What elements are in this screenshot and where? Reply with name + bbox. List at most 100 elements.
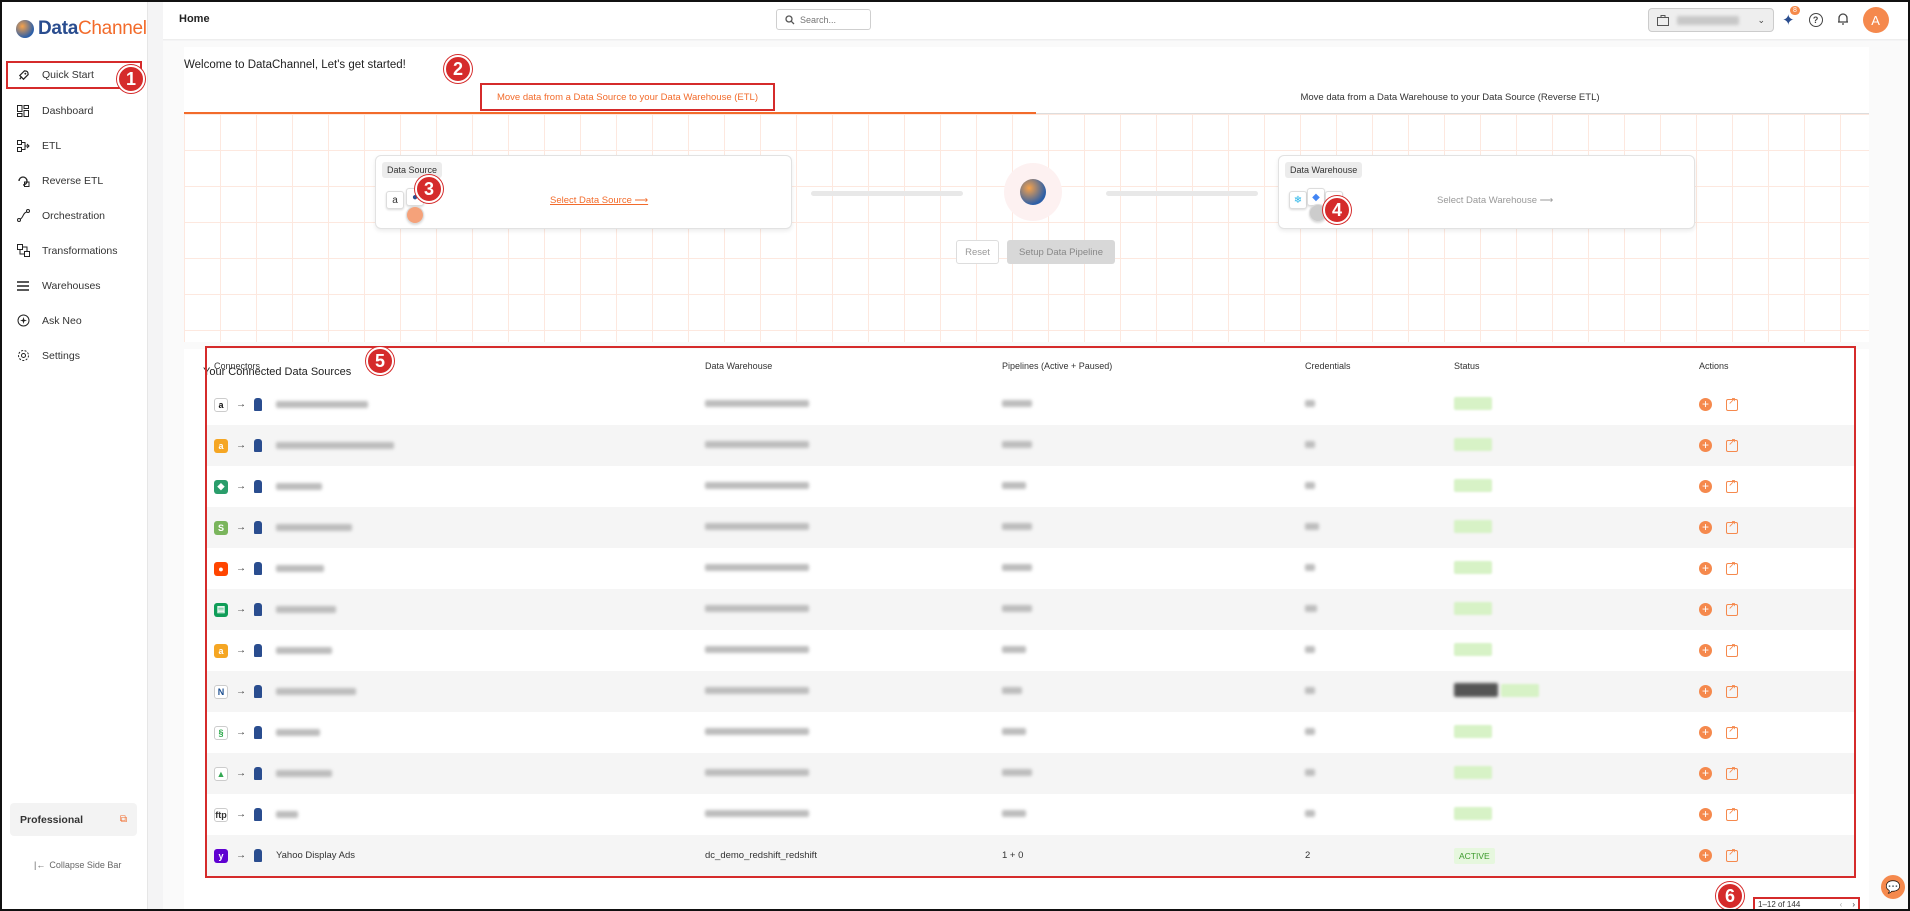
- sidebar-item-orchestration[interactable]: Orchestration: [0, 198, 148, 233]
- connector-name-redacted: [276, 647, 332, 654]
- open-external-icon[interactable]: [1726, 683, 1738, 698]
- table-row: ◆ → +: [207, 466, 1854, 507]
- sidebar-item-settings[interactable]: Settings: [0, 338, 148, 373]
- sidebar-item-ask-neo[interactable]: Ask Neo: [0, 303, 148, 338]
- arrow-right-icon: →: [236, 522, 246, 533]
- arrow-right-icon: →: [236, 768, 246, 779]
- search-box[interactable]: [776, 9, 871, 30]
- next-page-button[interactable]: ›: [1852, 900, 1855, 909]
- sidebar-item-dashboard[interactable]: Dashboard: [0, 93, 148, 128]
- open-external-icon[interactable]: [1726, 642, 1738, 657]
- warehouse-cell: [705, 440, 1002, 451]
- connector-line-left: [811, 191, 963, 196]
- pipelines-cell: [1002, 727, 1305, 738]
- pipelines-cell: [1002, 768, 1305, 779]
- external-link-icon: ⧉: [119, 814, 127, 825]
- open-external-icon[interactable]: [1726, 560, 1738, 575]
- credentials-count-redacted: [1305, 687, 1315, 694]
- open-external-icon[interactable]: [1726, 396, 1738, 411]
- credentials-cell: [1305, 768, 1454, 779]
- credentials-count-redacted: [1305, 441, 1315, 448]
- reddit-icon: ●: [214, 561, 228, 576]
- table-row: ▲ → +: [207, 753, 1854, 794]
- connector-cell: a →: [207, 397, 705, 412]
- redshift-icon: [254, 849, 262, 862]
- arrow-right-icon: →: [236, 809, 246, 820]
- actions-cell: +: [1699, 724, 1819, 739]
- bell-icon[interactable]: [1837, 12, 1849, 28]
- reset-button[interactable]: Reset: [956, 240, 999, 264]
- add-pipeline-icon[interactable]: +: [1699, 849, 1712, 862]
- plan-badge[interactable]: Professional ⧉: [10, 803, 137, 836]
- sidebar-item-warehouses[interactable]: Warehouses: [0, 268, 148, 303]
- select-data-source-link[interactable]: Select Data Source ⟶: [550, 195, 648, 206]
- green-swirl-icon: §: [214, 725, 228, 740]
- google-sheets-icon: ▤: [214, 602, 228, 617]
- open-external-icon[interactable]: [1726, 806, 1738, 821]
- collapse-sidebar-button[interactable]: |← Collapse Side Bar: [34, 860, 121, 870]
- help-icon[interactable]: ?: [1808, 13, 1823, 27]
- open-external-icon[interactable]: [1726, 724, 1738, 739]
- add-pipeline-icon[interactable]: +: [1699, 644, 1712, 657]
- col-connectors: Connectors: [214, 361, 261, 371]
- open-external-icon[interactable]: [1726, 765, 1738, 780]
- open-external-icon[interactable]: [1726, 437, 1738, 452]
- status-badge-redacted: [1454, 806, 1492, 820]
- credentials-count-redacted: [1305, 605, 1317, 612]
- status-redacted: [1454, 683, 1498, 697]
- amazon-icon: a: [214, 397, 228, 412]
- table-row: a → +: [207, 425, 1854, 466]
- open-external-icon[interactable]: [1726, 519, 1738, 534]
- status-badge-redacted: [1454, 642, 1492, 656]
- page-title: Home: [179, 13, 210, 25]
- sidebar-item-label: Settings: [42, 349, 80, 362]
- chat-support-button[interactable]: 💬: [1881, 875, 1905, 899]
- open-external-icon[interactable]: [1726, 478, 1738, 493]
- sparkle-notification-icon[interactable]: ✦ 8: [1782, 6, 1800, 29]
- connector-name-redacted: [276, 770, 332, 777]
- app-logo[interactable]: DataChannel: [16, 18, 147, 40]
- user-avatar[interactable]: A: [1862, 7, 1889, 33]
- prev-page-button[interactable]: ‹: [1840, 900, 1843, 909]
- open-external-icon[interactable]: [1726, 601, 1738, 616]
- warehouse-cell: [705, 768, 1002, 779]
- actions-cell: +: [1699, 478, 1819, 493]
- tab-etl[interactable]: Move data from a Data Source to your Dat…: [480, 83, 775, 111]
- select-data-warehouse-link[interactable]: Select Data Warehouse ⟶: [1437, 195, 1553, 206]
- add-pipeline-icon[interactable]: +: [1699, 562, 1712, 575]
- table-row: ● → +: [207, 548, 1854, 589]
- status-badge-redacted: [1500, 684, 1539, 697]
- add-pipeline-icon[interactable]: +: [1699, 398, 1712, 411]
- connector-cell: a →: [207, 438, 705, 453]
- pipelines-count-redacted: [1002, 728, 1026, 735]
- yahoo-icon: y: [214, 848, 228, 863]
- status-cell: [1454, 765, 1699, 782]
- credentials-count: 2: [1305, 850, 1311, 861]
- connector-name[interactable]: Yahoo Display Ads: [276, 850, 355, 861]
- amazon-orange-icon: a: [214, 643, 228, 658]
- credentials-cell: [1305, 727, 1454, 738]
- sidebar-item-etl[interactable]: ETL: [0, 128, 148, 163]
- add-pipeline-icon[interactable]: +: [1699, 521, 1712, 534]
- warehouse-cell: [705, 809, 1002, 820]
- search-input[interactable]: [800, 14, 860, 25]
- add-pipeline-icon[interactable]: +: [1699, 726, 1712, 739]
- add-pipeline-icon[interactable]: +: [1699, 439, 1712, 452]
- add-pipeline-icon[interactable]: +: [1699, 808, 1712, 821]
- tab-reverse-etl[interactable]: Move data from a Data Warehouse to your …: [1032, 83, 1868, 111]
- workspace-select[interactable]: ⌄: [1648, 8, 1774, 32]
- setup-pipeline-button[interactable]: Setup Data Pipeline: [1007, 240, 1115, 264]
- add-pipeline-icon[interactable]: +: [1699, 480, 1712, 493]
- sidebar-item-reverse-etl[interactable]: Reverse ETL: [0, 163, 148, 198]
- open-external-icon[interactable]: [1726, 847, 1738, 862]
- sidebar-item-transformations[interactable]: Transformations: [0, 233, 148, 268]
- orchestration-icon: [16, 209, 30, 223]
- table-row: ftp → +: [207, 794, 1854, 835]
- pipelines-count-redacted: [1002, 523, 1032, 530]
- add-pipeline-icon[interactable]: +: [1699, 603, 1712, 616]
- connector-name-redacted: [276, 524, 352, 531]
- add-pipeline-icon[interactable]: +: [1699, 767, 1712, 780]
- warehouse-name-redacted: [705, 482, 809, 489]
- arrow-right-icon: →: [236, 399, 246, 410]
- add-pipeline-icon[interactable]: +: [1699, 685, 1712, 698]
